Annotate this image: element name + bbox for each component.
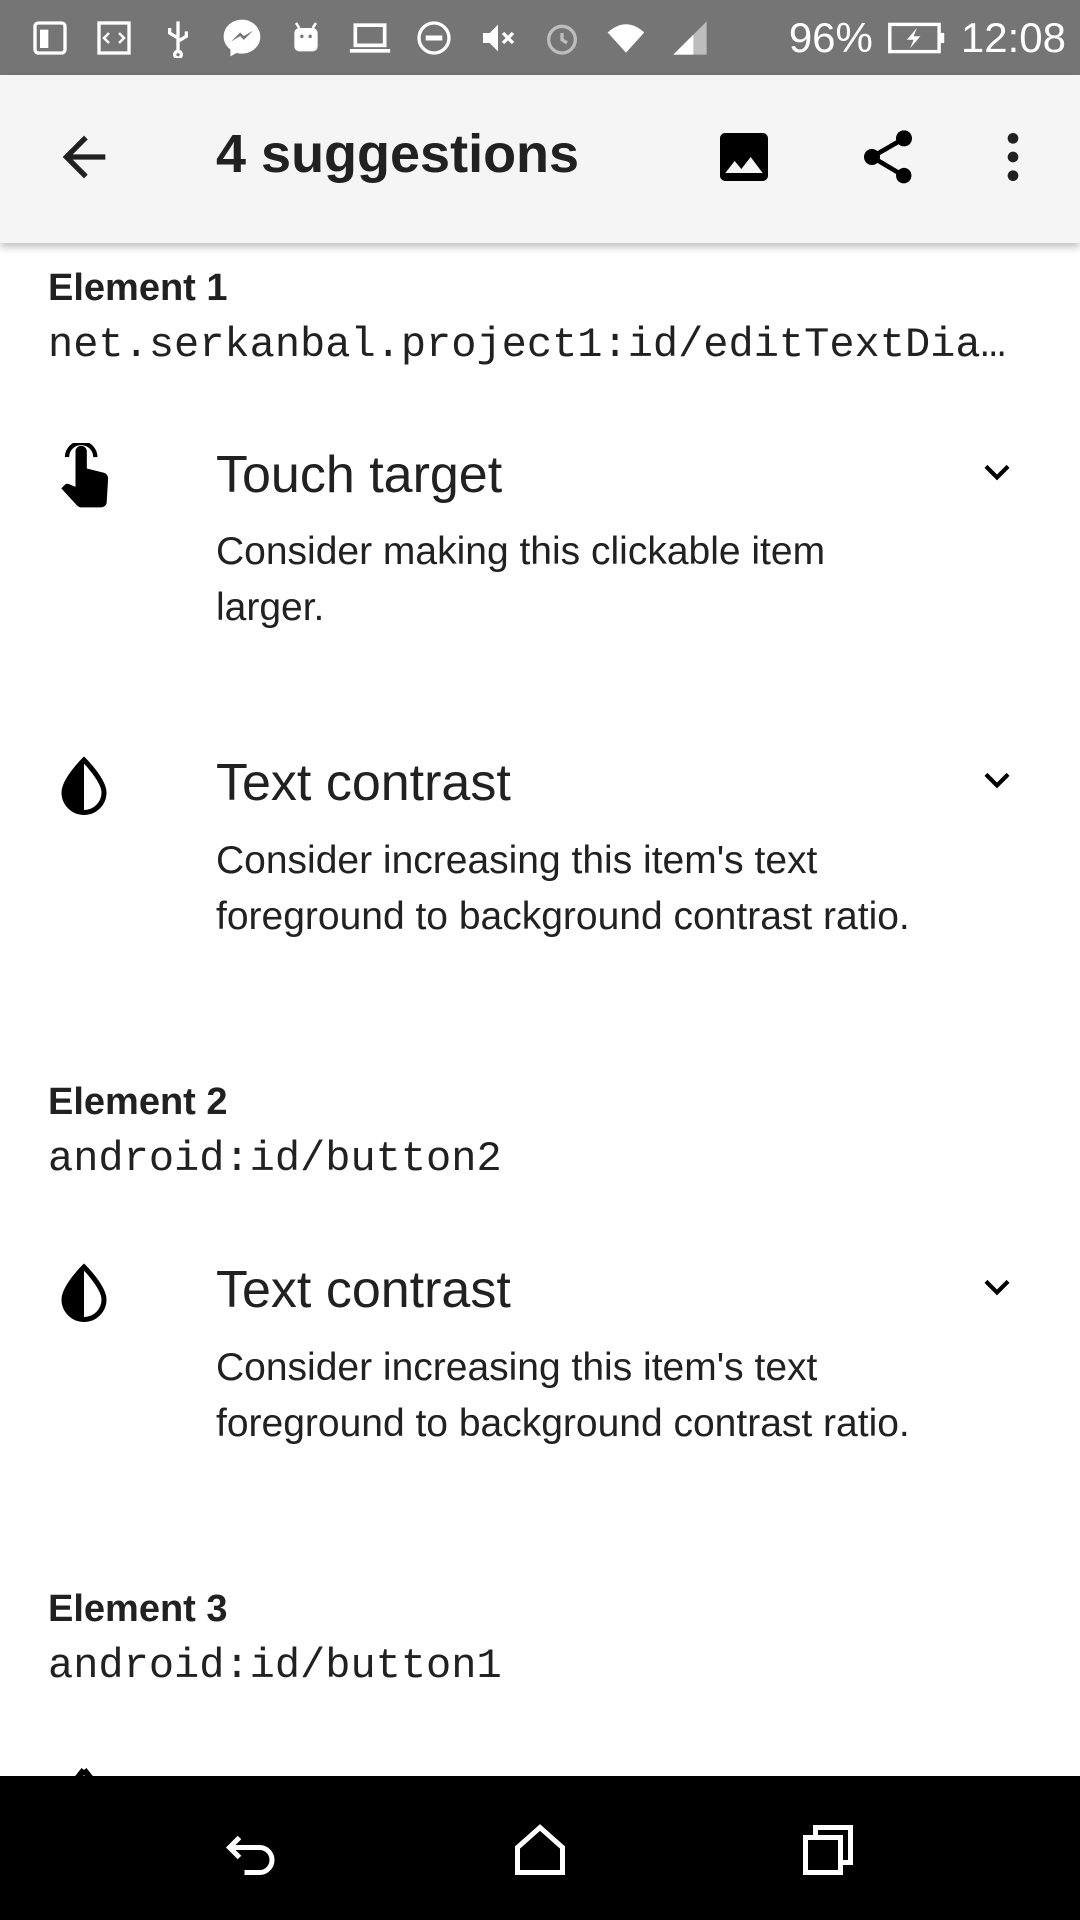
page-title: 4 suggestions xyxy=(216,124,580,184)
arrow-back-icon[interactable] xyxy=(52,125,116,189)
recents-nav-icon[interactable] xyxy=(796,1818,860,1882)
image-icon[interactable] xyxy=(712,125,776,189)
do-not-disturb-icon xyxy=(412,16,456,60)
status-bar: 96% 12:08 xyxy=(0,0,1080,75)
element-heading: Element 1 xyxy=(48,267,228,309)
element-id: android:id/button2 xyxy=(48,1135,502,1183)
alarm-icon xyxy=(540,16,584,60)
chevron-down-icon[interactable] xyxy=(972,447,1022,497)
share-icon[interactable] xyxy=(856,125,920,189)
more-vert-icon[interactable] xyxy=(981,125,1045,189)
back-nav-icon[interactable] xyxy=(220,1818,284,1882)
suggestion-description: Consider making this clickable item larg… xyxy=(216,530,826,629)
messenger-icon xyxy=(220,16,264,60)
chevron-down-icon[interactable] xyxy=(972,755,1022,805)
code-icon xyxy=(92,16,136,60)
suggestion-description: Consider increasing this item's text for… xyxy=(216,839,910,938)
home-nav-icon[interactable] xyxy=(508,1818,572,1882)
suggestion-title: Touch target xyxy=(216,446,503,504)
sim-card-icon xyxy=(28,16,72,60)
android-icon xyxy=(284,16,328,60)
chevron-down-icon[interactable] xyxy=(972,1262,1022,1312)
navigation-bar xyxy=(0,1776,1080,1920)
mute-icon xyxy=(476,16,520,60)
app-bar: 4 suggestions xyxy=(0,75,1080,243)
element-id: net.serkanbal.project1:id/editTextDial… xyxy=(48,321,1018,369)
suggestion-description: Consider increasing this item's text for… xyxy=(216,1346,910,1445)
contrast-icon xyxy=(54,1258,114,1326)
battery-charging-icon xyxy=(887,16,947,60)
suggestions-list: Element 1 net.serkanbal.project1:id/edit… xyxy=(0,243,1080,1776)
signal-icon xyxy=(668,16,712,60)
battery-percent: 96% xyxy=(788,13,873,61)
clock: 12:08 xyxy=(960,13,1066,61)
laptop-icon xyxy=(348,16,392,60)
usb-icon xyxy=(156,16,200,60)
touch-icon xyxy=(54,440,114,511)
element-id: android:id/button1 xyxy=(48,1642,502,1690)
element-heading: Element 2 xyxy=(48,1081,228,1123)
wifi-icon xyxy=(604,16,648,60)
suggestion-title: Text contrast xyxy=(216,1261,511,1319)
partial-next-icon xyxy=(54,1761,114,1776)
element-heading: Element 3 xyxy=(48,1588,228,1630)
suggestion-title: Text contrast xyxy=(216,754,511,812)
contrast-icon xyxy=(54,751,114,819)
